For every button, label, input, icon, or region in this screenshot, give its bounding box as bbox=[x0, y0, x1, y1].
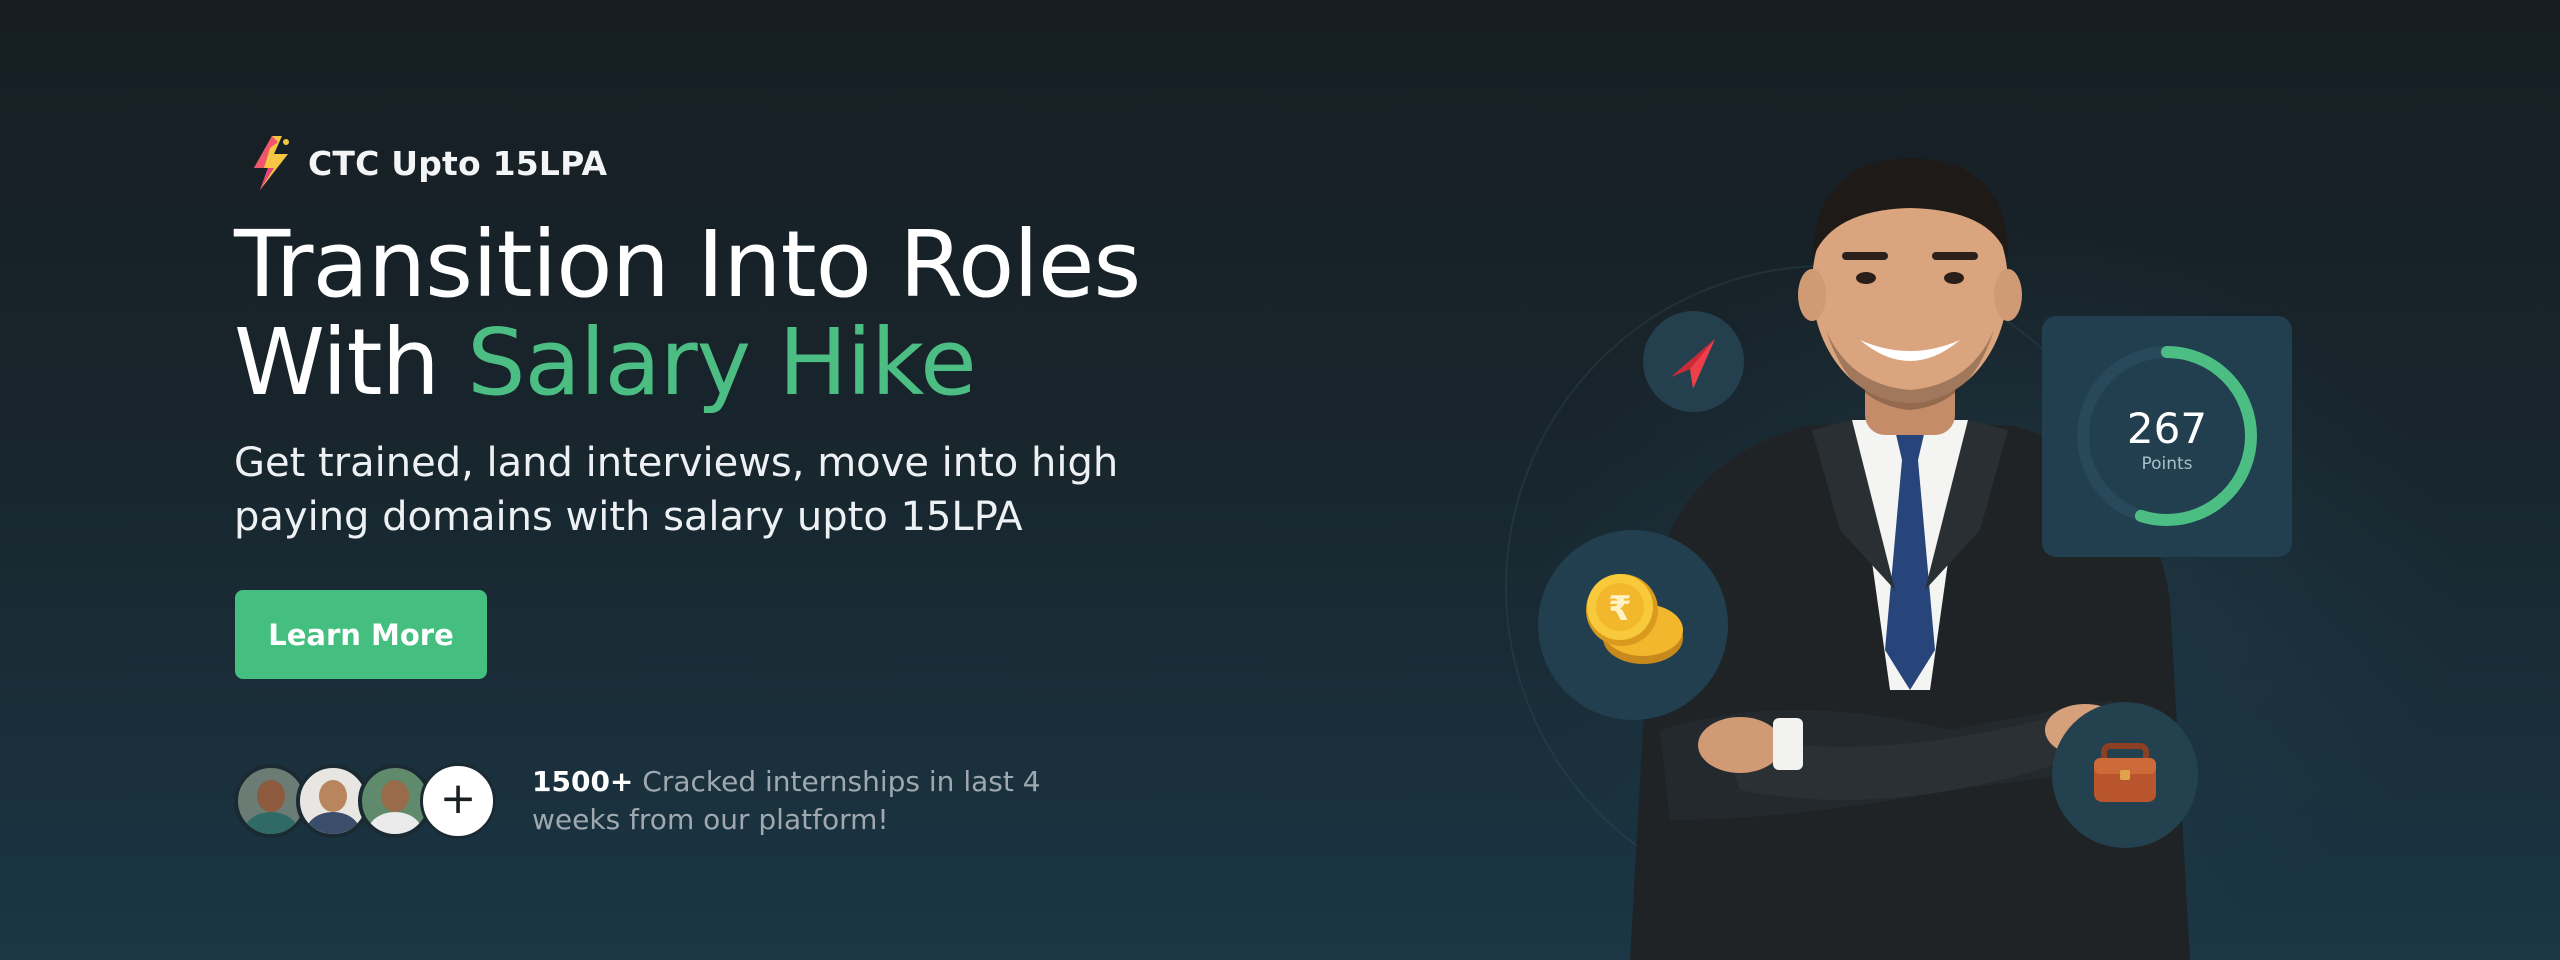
arrow-bubble bbox=[1643, 311, 1744, 412]
subheading-line-1: Get trained, land interviews, move into … bbox=[234, 440, 1119, 486]
points-value: 267 bbox=[2126, 404, 2208, 453]
rupee-coins-icon: ₹ bbox=[1586, 574, 1683, 664]
headline-line-1: Transition Into Roles bbox=[234, 211, 1141, 318]
page-title: Transition Into Roles With Salary Hike bbox=[234, 216, 1141, 412]
headline-accent: Salary Hike bbox=[467, 309, 977, 416]
points-label: Points bbox=[2141, 454, 2193, 474]
subheading: Get trained, land interviews, move into … bbox=[234, 436, 1134, 544]
proof-line-1: Cracked internships in last 4 bbox=[633, 765, 1041, 798]
learn-more-button[interactable]: Learn More bbox=[235, 590, 487, 679]
proof-count: 1500+ bbox=[532, 765, 634, 798]
arrow-cursor-icon bbox=[1671, 339, 1715, 389]
points-card: 267 Points bbox=[2042, 316, 2292, 557]
briefcase-icon bbox=[2094, 743, 2156, 802]
briefcase-bubble bbox=[2052, 702, 2198, 848]
svg-text:₹: ₹ bbox=[1608, 589, 1632, 629]
hero-banner: CTC Upto 15LPA Transition Into Roles Wit… bbox=[0, 0, 2560, 960]
ctc-badge: CTC Upto 15LPA bbox=[248, 134, 607, 192]
social-proof-text: 1500+ Cracked internships in last 4 week… bbox=[532, 763, 1052, 839]
social-proof: + 1500+ Cracked internships in last 4 we… bbox=[234, 763, 1052, 839]
lightning-bolt-icon bbox=[254, 136, 289, 190]
headline-line-2-prefix: With bbox=[234, 309, 468, 416]
subheading-line-2: paying domains with salary upto 15LPA bbox=[234, 494, 1023, 540]
more-users-button[interactable]: + bbox=[420, 763, 496, 839]
badge-label: CTC Upto 15LPA bbox=[308, 143, 608, 183]
proof-line-2: weeks from our platform! bbox=[532, 803, 889, 836]
coins-bubble: ₹ bbox=[1538, 530, 1728, 720]
avatar-group: + bbox=[234, 763, 496, 839]
